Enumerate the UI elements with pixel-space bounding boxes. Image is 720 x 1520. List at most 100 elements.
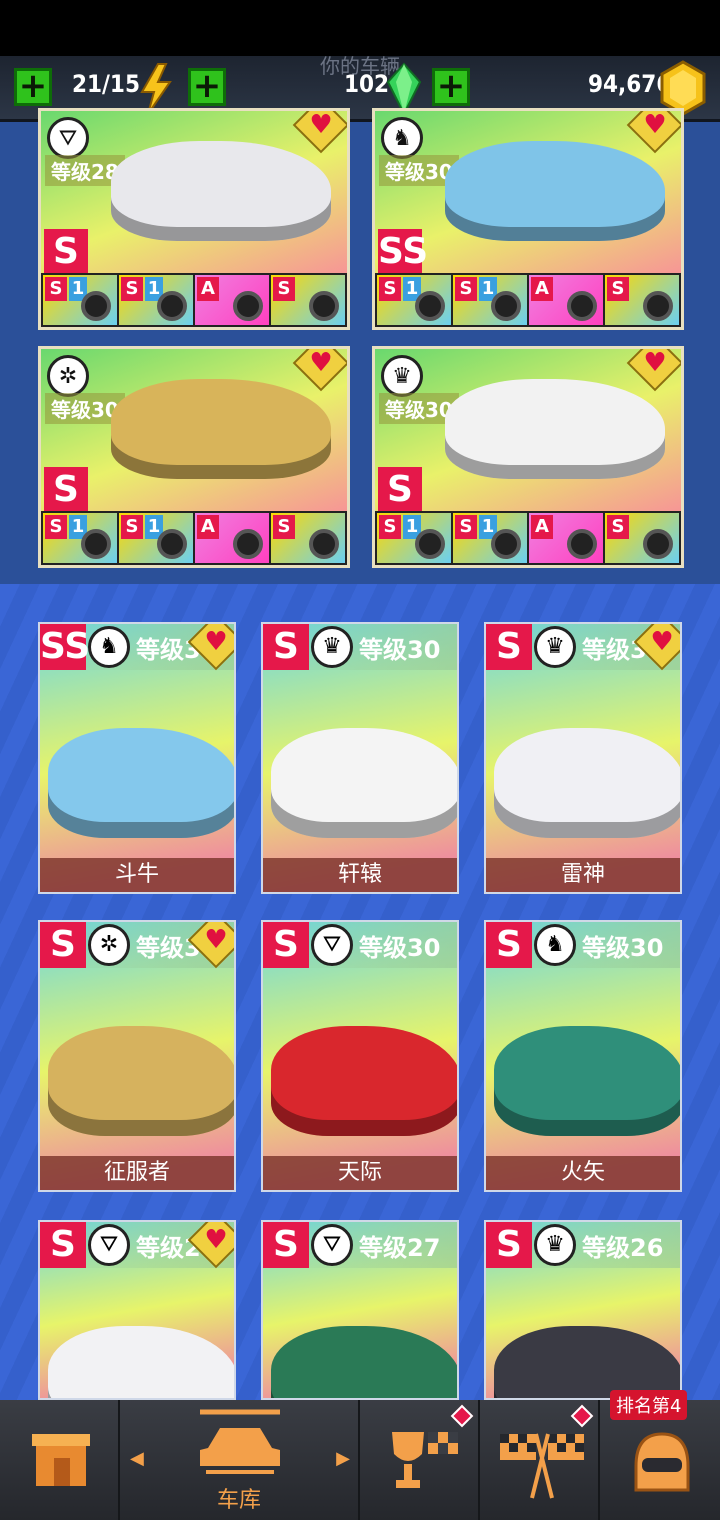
bottom-nav: ◀ 车库 ▶ 排名第4 <box>0 1390 720 1520</box>
grade-badge: SS <box>378 229 428 275</box>
grade-badge: S <box>378 467 422 513</box>
grade-badge: S <box>263 922 309 968</box>
road-emblem-icon: ⛛ <box>47 117 89 159</box>
add-energy-button[interactable]: + <box>188 68 226 106</box>
favorite-heart-icon[interactable]: ♥ <box>292 349 347 392</box>
crown-emblem-icon: ♛ <box>381 355 423 397</box>
favorite-heart-icon[interactable]: ♥ <box>292 111 347 154</box>
gem-count: 102 <box>344 70 390 98</box>
car-tile[interactable]: S ⛛ 等级27 <box>261 1220 459 1400</box>
race-tab[interactable] <box>480 1400 600 1520</box>
part-slot-tire[interactable]: S <box>271 275 345 325</box>
car-name: 雷神 <box>486 858 680 892</box>
part-slot-engine[interactable]: S1 <box>119 275 193 325</box>
grade-badge: S <box>486 624 532 670</box>
part-slot-turbo[interactable]: S1 <box>377 275 451 325</box>
car-image <box>48 1026 234 1136</box>
part-slot-turbo[interactable]: S1 <box>43 513 117 563</box>
car-level: 等级30 <box>359 636 441 664</box>
car-image <box>111 141 331 241</box>
car-name: 征服者 <box>40 1156 234 1190</box>
car-image <box>494 1026 680 1136</box>
status-bar <box>0 0 720 56</box>
part-slot-engine[interactable]: S1 <box>119 513 193 563</box>
car-level: 等级30 <box>359 934 441 962</box>
car-level: 等级3 <box>582 636 647 664</box>
car-tile[interactable]: S ♛ 等级3 ♥ 雷神 <box>484 622 682 894</box>
car-image <box>445 141 665 241</box>
next-arrow-icon[interactable]: ▶ <box>336 1448 350 1469</box>
part-slot-turbo[interactable]: S1 <box>377 513 451 563</box>
car-tile[interactable]: S ♞ 等级30 火矢 <box>484 920 682 1192</box>
part-slot-engine[interactable]: S1 <box>453 275 527 325</box>
grade-badge: S <box>44 467 88 513</box>
part-grade: A <box>197 515 219 539</box>
favorite-heart-icon[interactable]: ♥ <box>626 111 681 154</box>
rank-badge: 排名第4 <box>610 1390 688 1420</box>
prev-arrow-icon[interactable]: ◀ <box>130 1448 144 1469</box>
car-name: 天际 <box>263 1156 457 1190</box>
part-slot-suspension[interactable]: A <box>529 275 603 325</box>
part-grade: S <box>455 515 477 539</box>
part-slot-turbo[interactable]: S1 <box>43 275 117 325</box>
part-slot-suspension[interactable]: A <box>195 275 269 325</box>
grade-badge: SS <box>40 624 90 670</box>
favorite-heart-icon[interactable]: ♥ <box>626 349 681 392</box>
car-image <box>494 1326 680 1398</box>
part-slot-tire[interactable]: S <box>605 513 679 563</box>
car-image <box>271 1326 457 1398</box>
car-tile[interactable]: S ⛛ 等级2 ♥ <box>38 1220 236 1400</box>
part-grade: S <box>273 277 295 301</box>
part-grade: S <box>379 515 401 539</box>
shop-icon <box>32 1434 90 1486</box>
tire-icon <box>309 291 339 321</box>
turbo-icon <box>81 291 111 321</box>
car-image <box>48 1326 234 1398</box>
car-tile[interactable]: S ♛ 等级30 轩辕 <box>261 622 459 894</box>
profile-tab[interactable]: 排名第4 <box>600 1390 720 1520</box>
brand-emblem-icon: ♞ <box>534 924 576 966</box>
tire-icon <box>643 529 673 559</box>
tire-icon <box>309 529 339 559</box>
garage-car-card[interactable]: ♛ 等级30 ♥ S S 1 S 1 A S <box>372 346 684 568</box>
car-name: 斗牛 <box>40 858 234 892</box>
car-tile[interactable]: SS ♞ 等级3 ♥ 斗牛 <box>38 622 236 894</box>
turbo-icon <box>415 291 445 321</box>
parts-row: S1S1AS <box>41 511 347 565</box>
grade-badge: S <box>486 1222 532 1268</box>
shop-tab[interactable] <box>0 1400 120 1520</box>
car-tile[interactable]: S ✲ 等级3 ♥ 征服者 <box>38 920 236 1192</box>
garage-tab-label: 车库 <box>216 1488 261 1513</box>
part-slot-tire[interactable]: S <box>271 513 345 563</box>
part-grade: A <box>197 277 219 301</box>
engine-icon <box>157 529 187 559</box>
parts-row: S1S1AS <box>375 273 681 327</box>
car-name: 火矢 <box>486 1156 680 1190</box>
cup-tab[interactable] <box>360 1400 480 1520</box>
garage-tab[interactable]: ◀ 车库 ▶ <box>120 1400 360 1520</box>
grade-badge: S <box>40 922 86 968</box>
car-image <box>271 728 457 838</box>
add-gems-button[interactable]: + <box>432 68 470 106</box>
suspension-icon <box>233 529 263 559</box>
garage-car-card[interactable]: ♞ 等级30 ♥ SS S 1 S 1 A S <box>372 108 684 330</box>
part-slot-tire[interactable]: S <box>605 275 679 325</box>
brand-emblem-icon: ♞ <box>88 626 130 668</box>
garage-car-card[interactable]: ⛛ 等级28 ♥ S S 1 S 1 A S <box>38 108 350 330</box>
add-fuel-button[interactable]: + <box>14 68 52 106</box>
car-level: 等级26 <box>582 1234 664 1262</box>
part-slot-suspension[interactable]: A <box>195 513 269 563</box>
garage-car-card[interactable]: ✲ 等级30 ♥ S S 1 S 1 A S <box>38 346 350 568</box>
car-list: SS ♞ 等级3 ♥ 斗牛 S ♛ 等级30 轩辕 S ♛ 等级3 ♥ 雷神 S ✲ 等级3 ♥ 征服者 S ⛛ 等级30… <box>0 584 720 1400</box>
car-tile[interactable]: S ⛛ 等级30 天际 <box>261 920 459 1192</box>
part-slot-engine[interactable]: S1 <box>453 513 527 563</box>
turbo-icon <box>81 529 111 559</box>
car-name: 轩辕 <box>263 858 457 892</box>
parts-row: S1S1AS <box>41 273 347 327</box>
car-tile[interactable]: S ♛ 等级26 <box>484 1220 682 1400</box>
part-slot-suspension[interactable]: A <box>529 513 603 563</box>
part-grade: A <box>531 277 553 301</box>
fuel-count: 21/15 <box>72 70 140 98</box>
car-image <box>494 728 680 838</box>
brand-emblem-icon: ♛ <box>534 1224 576 1266</box>
